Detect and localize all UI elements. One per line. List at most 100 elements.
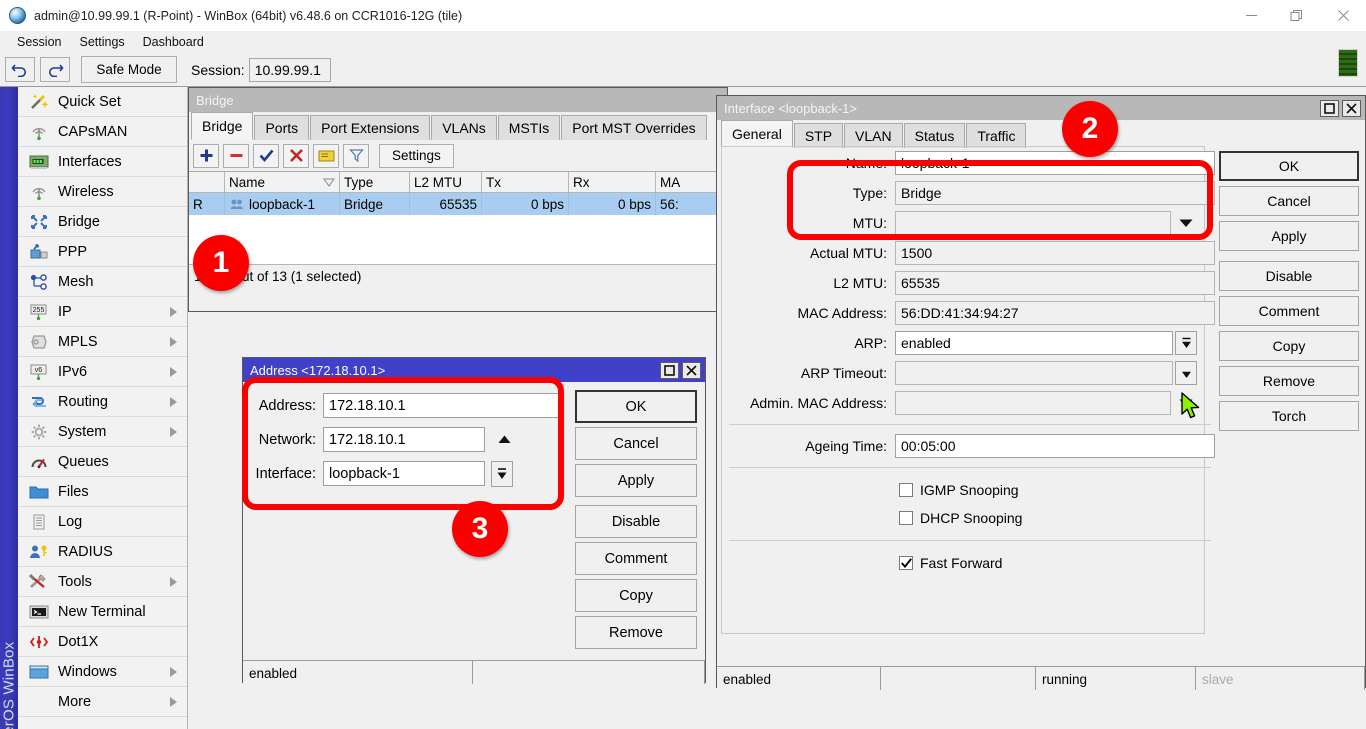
interface-maximize-icon[interactable] <box>1320 100 1339 117</box>
interface-close-icon[interactable] <box>1342 100 1361 117</box>
sidebar-item-new-terminal[interactable]: New Terminal <box>18 597 187 627</box>
menu-session[interactable]: Session <box>8 31 70 53</box>
admin-mac-input[interactable] <box>895 391 1171 415</box>
apply-button[interactable]: Apply <box>575 464 697 497</box>
copy-button[interactable]: Copy <box>575 579 697 612</box>
sidebar-item-capsman[interactable]: CAPsMAN <box>18 117 187 147</box>
comment-icon[interactable] <box>313 144 339 168</box>
tab-mstis[interactable]: MSTIs <box>498 115 560 140</box>
fast-forward-row[interactable]: Fast Forward <box>725 549 1215 577</box>
address-window-title-bar[interactable]: Address <172.18.10.1> <box>243 358 705 382</box>
disable-button[interactable]: Disable <box>575 505 697 538</box>
minimize-button[interactable] <box>1228 0 1274 31</box>
arp-input[interactable]: enabled <box>895 331 1173 355</box>
disable-button[interactable] <box>283 144 309 168</box>
tab-port-extensions[interactable]: Port Extensions <box>310 115 430 140</box>
undo-button[interactable] <box>5 57 35 82</box>
tab-port-mst-overrides[interactable]: Port MST Overrides <box>561 115 706 140</box>
ageing-time-input[interactable]: 00:05:00 <box>895 434 1215 458</box>
safe-mode-button[interactable]: Safe Mode <box>81 56 177 83</box>
sidebar-item-windows[interactable]: Windows <box>18 657 187 687</box>
chevron-right-icon <box>170 667 177 677</box>
settings-button[interactable]: Settings <box>379 144 454 168</box>
column-rx[interactable]: Rx <box>569 172 656 193</box>
mtu-input[interactable] <box>895 211 1171 235</box>
column-flag[interactable] <box>189 172 225 193</box>
cancel-button[interactable]: Cancel <box>575 427 697 460</box>
interface-input[interactable]: loopback-1 <box>323 461 485 486</box>
tab-bridge[interactable]: Bridge <box>191 112 253 140</box>
sidebar-item-ppp[interactable]: PPP <box>18 237 187 267</box>
sidebar-item-queues[interactable]: Queues <box>18 447 187 477</box>
add-button[interactable] <box>193 144 219 168</box>
name-input[interactable]: loopback-1 <box>895 151 1215 175</box>
interface-window-title-bar[interactable]: Interface <loopback-1> <box>717 96 1365 120</box>
torch-button[interactable]: Torch <box>1219 401 1359 431</box>
sidebar-item-wireless[interactable]: Wireless <box>18 177 187 207</box>
mtu-dropdown-arrow-icon[interactable] <box>1173 211 1199 235</box>
disable-button[interactable]: Disable <box>1219 261 1359 291</box>
address-input[interactable]: 172.18.10.1 <box>323 393 561 418</box>
sidebar-item-mesh[interactable]: Mesh <box>18 267 187 297</box>
sidebar-item-ip[interactable]: 255 IP <box>18 297 187 327</box>
arp-timeout-input[interactable] <box>895 361 1173 385</box>
close-icon[interactable] <box>1320 0 1366 31</box>
sidebar-item-system[interactable]: System <box>18 417 187 447</box>
network-up-arrow-icon[interactable] <box>493 428 515 452</box>
tab-vlan[interactable]: VLAN <box>844 123 903 148</box>
enable-button[interactable] <box>253 144 279 168</box>
column-name[interactable]: Name <box>225 172 340 193</box>
address-maximize-icon[interactable] <box>660 362 679 379</box>
tab-stp[interactable]: STP <box>794 123 843 148</box>
network-input[interactable]: 172.18.10.1 <box>323 427 485 452</box>
sidebar-item-tools[interactable]: Tools <box>18 567 187 597</box>
ok-button[interactable]: OK <box>1219 151 1359 181</box>
comment-button[interactable]: Comment <box>1219 296 1359 326</box>
arp-dropdown-icon[interactable] <box>1175 331 1197 355</box>
filter-icon[interactable] <box>343 144 369 168</box>
admin-mac-dropdown-arrow-icon[interactable] <box>1173 391 1199 415</box>
menu-settings[interactable]: Settings <box>70 31 133 53</box>
arp-timeout-dropdown-icon[interactable] <box>1175 361 1197 385</box>
sidebar-item-bridge[interactable]: Bridge <box>18 207 187 237</box>
dhcp-snooping-checkbox[interactable] <box>899 511 913 525</box>
fast-forward-checkbox[interactable] <box>899 556 913 570</box>
session-value[interactable]: 10.99.99.1 <box>249 58 331 82</box>
sidebar-item-ipv6[interactable]: v6 IPv6 <box>18 357 187 387</box>
menu-dashboard[interactable]: Dashboard <box>134 31 213 53</box>
igmp-snooping-checkbox[interactable] <box>899 483 913 497</box>
bridge-window-title-bar[interactable]: Bridge <box>189 88 727 112</box>
sidebar-item-quick-set[interactable]: Quick Set <box>18 87 187 117</box>
tab-general[interactable]: General <box>721 120 793 148</box>
maximize-restore-icon[interactable] <box>1274 0 1320 31</box>
sidebar-item-files[interactable]: Files <box>18 477 187 507</box>
column-l2mtu[interactable]: L2 MTU <box>410 172 482 193</box>
sidebar-item-interfaces[interactable]: Interfaces <box>18 147 187 177</box>
sidebar-item-mpls[interactable]: MPLS <box>18 327 187 357</box>
tab-traffic[interactable]: Traffic <box>966 123 1026 148</box>
sidebar-item-radius[interactable]: RADIUS <box>18 537 187 567</box>
tab-vlans[interactable]: VLANs <box>431 115 497 140</box>
dhcp-snooping-row[interactable]: DHCP Snooping <box>725 504 1215 532</box>
igmp-snooping-row[interactable]: IGMP Snooping <box>725 476 1215 504</box>
address-close-icon[interactable] <box>682 362 701 379</box>
remove-button[interactable]: Remove <box>1219 366 1359 396</box>
tab-status[interactable]: Status <box>904 123 966 148</box>
column-tx[interactable]: Tx <box>482 172 569 193</box>
tab-ports[interactable]: Ports <box>254 115 309 140</box>
ok-button[interactable]: OK <box>575 390 697 423</box>
sidebar-item-log[interactable]: Log <box>18 507 187 537</box>
comment-button[interactable]: Comment <box>575 542 697 575</box>
apply-button[interactable]: Apply <box>1219 221 1359 251</box>
column-type[interactable]: Type <box>340 172 410 193</box>
sidebar-item-dot1x[interactable]: Dot1X <box>18 627 187 657</box>
sidebar-item-routing[interactable]: Routing <box>18 387 187 417</box>
sidebar-item-more[interactable]: More <box>18 687 187 717</box>
remove-button[interactable]: Remove <box>575 616 697 649</box>
remove-button[interactable] <box>223 144 249 168</box>
copy-button[interactable]: Copy <box>1219 331 1359 361</box>
interface-dropdown-icon[interactable] <box>491 461 513 487</box>
cancel-button[interactable]: Cancel <box>1219 186 1359 216</box>
table-row[interactable]: R loopback-1 Bridge 65535 0 bps 0 bps 56… <box>189 193 727 215</box>
redo-button[interactable] <box>40 57 70 82</box>
